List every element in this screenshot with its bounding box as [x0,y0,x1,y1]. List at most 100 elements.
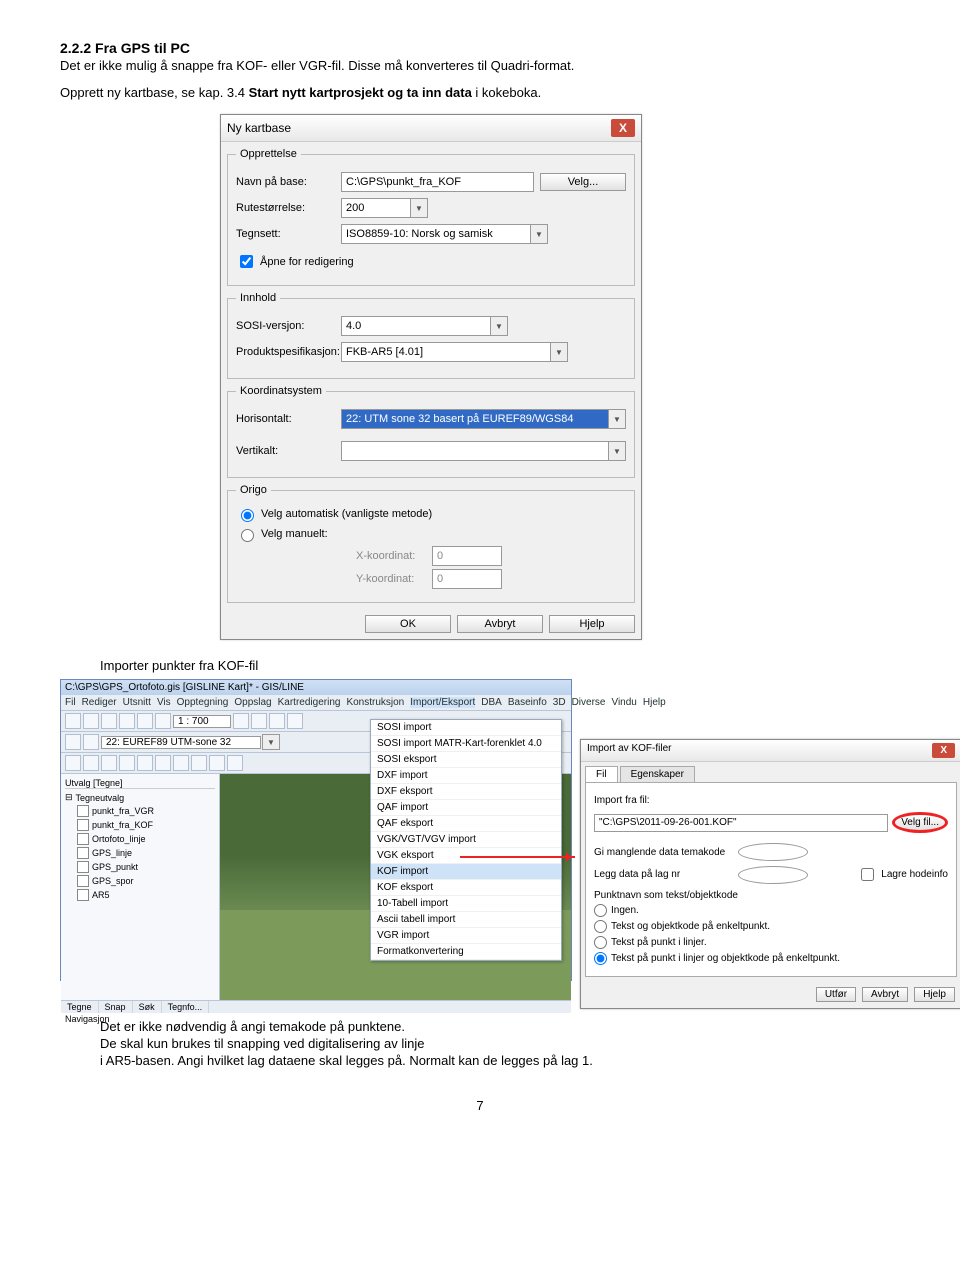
field-sosi[interactable]: 4.0 [341,316,491,336]
toolbar-icon[interactable] [101,755,117,771]
status-sok[interactable]: Søk [133,1001,162,1013]
field-lag-nr[interactable] [738,866,808,884]
menu-item-kof-import[interactable]: KOF import [371,864,561,880]
tree-item[interactable]: punkt_fra_VGR [92,806,154,816]
checkbox-lagre-hodeinfo[interactable] [861,868,874,881]
utfor-button[interactable]: Utfør [816,987,856,1002]
hjelp-button[interactable]: Hjelp [914,987,955,1002]
toolbar-icon[interactable] [227,755,243,771]
chevron-down-icon[interactable]: ▼ [608,441,626,461]
field-produktspesifikasjon[interactable]: FKB-AR5 [4.01] [341,342,551,362]
menu-item-qaf-import[interactable]: QAF import [371,800,561,816]
toolbar-icon[interactable] [119,713,135,729]
menu-utsnitt[interactable]: Utsnitt [123,697,151,708]
menu-item-dxf-import[interactable]: DXF import [371,768,561,784]
menu-item-vgr-import[interactable]: VGR import [371,928,561,944]
menu-item-ascii-import[interactable]: Ascii tabell import [371,912,561,928]
menu-item-sosi-eksport[interactable]: SOSI eksport [371,752,561,768]
toolbar-icon[interactable] [173,755,189,771]
field-import-fil[interactable]: "C:\GPS\2011-09-26-001.KOF" [594,814,888,832]
field-navn[interactable]: C:\GPS\punkt_fra_KOF [341,172,534,192]
menu-hjelp[interactable]: Hjelp [643,697,666,708]
toolbar-icon[interactable] [155,713,171,729]
menu-vis[interactable]: Vis [157,697,171,708]
coord-field[interactable]: 22: EUREF89 UTM-sone 32 [101,736,261,749]
menu-item-vgk-import[interactable]: VGK/VGT/VGV import [371,832,561,848]
menu-diverse[interactable]: Diverse [572,697,606,708]
radio-ingen[interactable] [594,904,607,917]
menu-item-sosi-import-matr[interactable]: SOSI import MATR-Kart-forenklet 4.0 [371,736,561,752]
toolbar-icon[interactable] [251,713,267,729]
menu-baseinfo[interactable]: Baseinfo [508,697,547,708]
menu-3d[interactable]: 3D [553,697,566,708]
field-vertikalt[interactable] [341,441,609,461]
toolbar-icon[interactable] [83,734,99,750]
toolbar-icon[interactable] [137,755,153,771]
toolbar-icon[interactable] [101,713,117,729]
menu-item-kof-eksport[interactable]: KOF eksport [371,880,561,896]
menu-fil[interactable]: Fil [65,697,76,708]
ok-button[interactable]: OK [365,615,451,633]
tree-root[interactable]: Tegneutvalg [76,793,125,803]
toolbar-icon[interactable] [65,713,81,729]
hjelp-button[interactable]: Hjelp [549,615,635,633]
chevron-down-icon[interactable]: ▼ [530,224,548,244]
field-temakode[interactable] [738,843,808,861]
search-icon[interactable] [287,713,303,729]
chevron-down-icon[interactable]: ▼ [608,409,626,429]
menu-vindu[interactable]: Vindu [611,697,636,708]
menu-item-10tabell-import[interactable]: 10-Tabell import [371,896,561,912]
toolbar-icon[interactable] [65,755,81,771]
toolbar-icon[interactable] [137,713,153,729]
menu-import-eksport[interactable]: Import/Eksport [410,697,475,708]
menu-rediger[interactable]: Rediger [82,697,117,708]
tree-item[interactable]: punkt_fra_KOF [92,820,153,830]
tab-navigasjon[interactable]: Navigasjon [61,1013,571,1025]
toolbar-icon[interactable] [209,755,225,771]
toolbar-icon[interactable] [191,755,207,771]
scale-field[interactable]: 1 : 700 [173,715,231,728]
status-tegninfo[interactable]: Tegnfo... [162,1001,210,1013]
toolbar-icon[interactable] [83,755,99,771]
menu-item-dxf-eksport[interactable]: DXF eksport [371,784,561,800]
menu-item-qaf-eksport[interactable]: QAF eksport [371,816,561,832]
chevron-down-icon[interactable]: ▼ [550,342,568,362]
status-tegne[interactable]: Tegne [61,1001,99,1013]
menu-item-sosi-import[interactable]: SOSI import [371,720,561,736]
chevron-down-icon[interactable]: ▼ [490,316,508,336]
avbryt-button[interactable]: Avbryt [457,615,543,633]
tree-item[interactable]: AR5 [92,890,110,900]
field-tegnsett[interactable]: ISO8859-10: Norsk og samisk [341,224,531,244]
menu-opptegning[interactable]: Opptegning [177,697,229,708]
tab-fil[interactable]: Fil [585,766,618,782]
toolbar-icon[interactable] [233,713,249,729]
radio-velg-automatisk[interactable] [241,509,254,522]
tree-item[interactable]: GPS_spor [92,876,134,886]
toolbar-icon[interactable] [65,734,81,750]
toolbar-icon[interactable] [269,713,285,729]
velg-button[interactable]: Velg... [540,173,626,191]
tree-item[interactable]: GPS_linje [92,848,132,858]
tree-item[interactable]: Ortofoto_linje [92,834,146,844]
radio-tekst-linjer[interactable] [594,936,607,949]
menu-dba[interactable]: DBA [481,697,502,708]
velg-fil-button[interactable]: Velg fil... [892,812,948,833]
radio-tekst-linjer-objektkode[interactable] [594,952,607,965]
status-snap[interactable]: Snap [99,1001,133,1013]
tree-item[interactable]: GPS_punkt [92,862,138,872]
menu-konstruksjon[interactable]: Konstruksjon [346,697,404,708]
menu-kartredigering[interactable]: Kartredigering [278,697,341,708]
toolbar-icon[interactable] [83,713,99,729]
radio-tekst-objektkode[interactable] [594,920,607,933]
radio-velg-manuelt[interactable] [241,529,254,542]
close-icon[interactable]: X [932,743,955,758]
tab-egenskaper[interactable]: Egenskaper [620,766,695,782]
menu-item-formatkonvertering[interactable]: Formatkonvertering [371,944,561,960]
field-horisontalt[interactable]: 22: UTM sone 32 basert på EUREF89/WGS84 [341,409,609,429]
toolbar-icon[interactable] [119,755,135,771]
chevron-down-icon[interactable]: ▼ [410,198,428,218]
avbryt-button[interactable]: Avbryt [862,987,908,1002]
menu-oppslag[interactable]: Oppslag [234,697,271,708]
checkbox-apne-redigering[interactable] [240,255,253,268]
chevron-down-icon[interactable]: ▼ [262,734,280,750]
